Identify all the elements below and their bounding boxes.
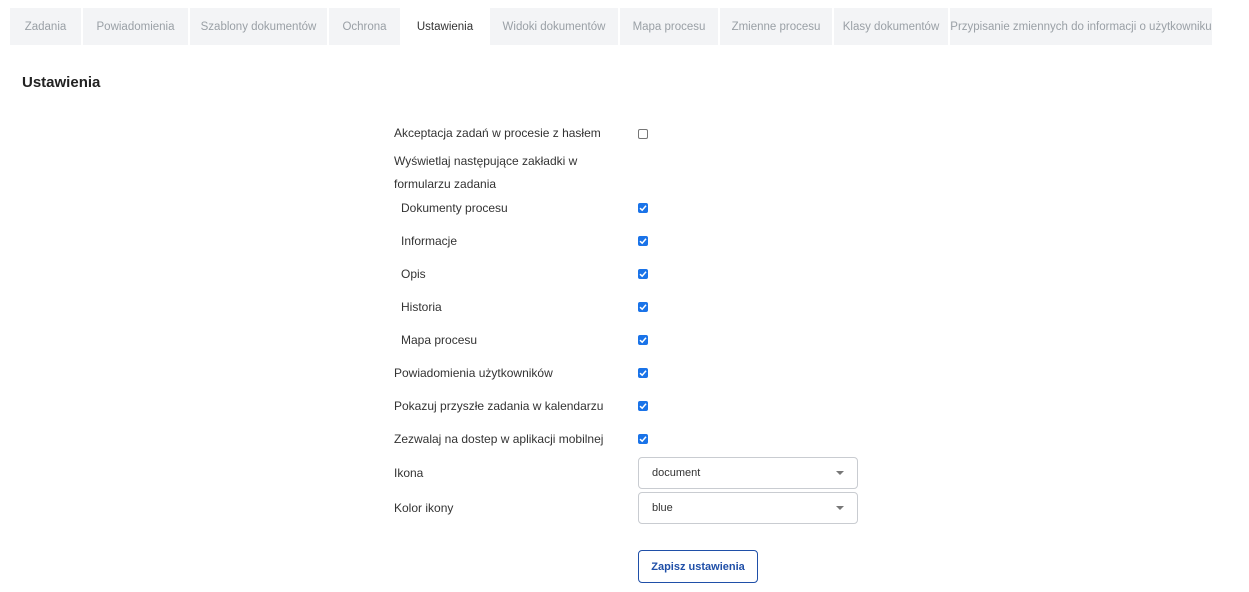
tab-mapa-procesu[interactable]: Mapa procesu (620, 8, 718, 45)
mobile-access-checkbox[interactable] (638, 434, 648, 444)
tab-option-checkbox-dokumenty[interactable] (638, 203, 648, 213)
tab-option-checkbox-opis[interactable] (638, 269, 648, 279)
icon-color-label: Kolor ikony (394, 501, 454, 515)
icon-color-select[interactable]: blue (638, 492, 858, 524)
checkmark-icon (639, 304, 647, 311)
icon-select[interactable]: document (638, 457, 858, 489)
chevron-down-icon (836, 471, 844, 475)
checkmark-icon (639, 337, 647, 344)
tabs-group-label: Wyświetlaj następujące zakładki w formul… (394, 154, 578, 191)
tab-przypisanie-zmiennych[interactable]: Przypisanie zmiennych do informacji o uż… (950, 8, 1212, 45)
user-notifications-label: Powiadomienia użytkowników (394, 366, 553, 380)
icon-color-select-value: blue (652, 502, 673, 514)
tab-option-label-opis: Opis (401, 267, 426, 281)
checkmark-icon (639, 370, 647, 377)
icon-select-value: document (652, 467, 701, 479)
page-title: Ustawienia (22, 74, 101, 91)
icon-label: Ikona (394, 466, 424, 480)
accept-with-password-checkbox[interactable] (638, 129, 648, 139)
checkmark-icon (639, 436, 647, 443)
checkmark-icon (639, 271, 647, 278)
tab-option-label-informacje: Informacje (401, 234, 458, 248)
save-settings-button[interactable]: Zapisz ustawienia (638, 550, 758, 583)
tab-ochrona[interactable]: Ochrona (329, 8, 400, 45)
tab-szablony-dokumentow[interactable]: Szablony dokumentów (190, 8, 327, 45)
tab-powiadomienia[interactable]: Powiadomienia (83, 8, 188, 45)
tab-option-label-mapa: Mapa procesu (401, 333, 478, 347)
tab-option-checkbox-informacje[interactable] (638, 236, 648, 246)
mobile-access-label: Zezwalaj na dostep w aplikacji mobilnej (394, 432, 604, 446)
tab-zmienne-procesu[interactable]: Zmienne procesu (720, 8, 832, 45)
checkmark-icon (639, 403, 647, 410)
future-tasks-checkbox[interactable] (638, 401, 648, 411)
tab-option-checkbox-mapa[interactable] (638, 335, 648, 345)
tab-klasy-dokumentow[interactable]: Klasy dokumentów (834, 8, 948, 45)
accept-with-password-label: Akceptacja zadań w procesie z hasłem (394, 126, 601, 140)
tab-option-label-dokumenty: Dokumenty procesu (401, 201, 508, 215)
chevron-down-icon (836, 506, 844, 510)
user-notifications-checkbox[interactable] (638, 368, 648, 378)
tab-zadania[interactable]: Zadania (10, 8, 81, 45)
tab-ustawienia[interactable]: Ustawienia (402, 8, 488, 45)
future-tasks-label: Pokazuj przyszłe zadania w kalendarzu (394, 399, 604, 413)
tab-option-checkbox-historia[interactable] (638, 302, 648, 312)
checkmark-icon (639, 238, 647, 245)
tab-bar: Zadania Powiadomienia Szablony dokumentó… (10, 8, 1214, 45)
tab-widoki-dokumentow[interactable]: Widoki dokumentów (490, 8, 618, 45)
tab-option-label-historia: Historia (401, 300, 442, 314)
checkmark-icon (639, 205, 647, 212)
